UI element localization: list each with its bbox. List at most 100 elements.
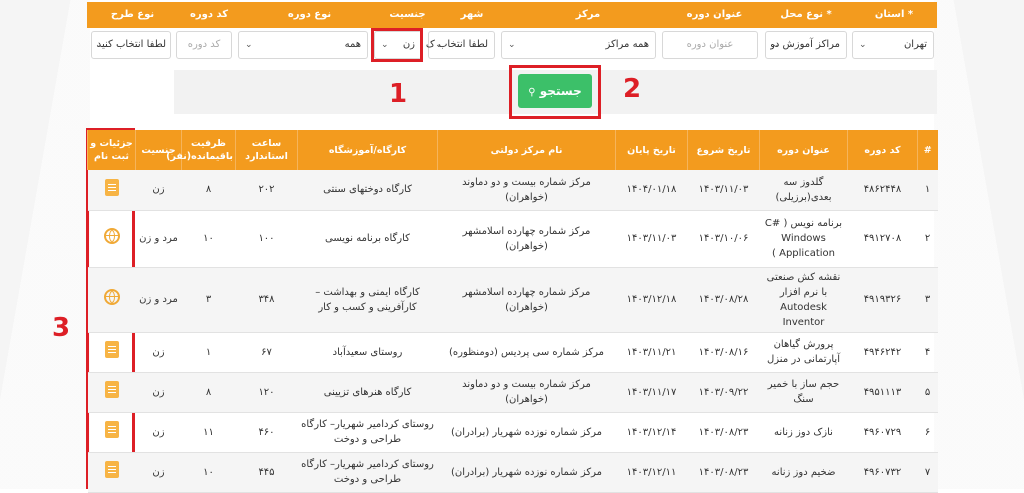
end-date: ۱۴۰۳/۱۱/۱۷ xyxy=(615,372,688,413)
chevron-down-icon: ⌄ xyxy=(95,40,103,50)
start-date: ۱۴۰۳/۰۸/۲۸ xyxy=(687,267,760,333)
course-code-placeholder: کد دوره xyxy=(187,39,221,50)
table-row: ۲ ۴۹۱۲۷۰۸ برنامه نویس ( C# Windows Applica… xyxy=(87,210,938,268)
course-title-input[interactable]: عنوان دوره xyxy=(662,31,758,59)
standard-hours: ۳۴۸ xyxy=(235,267,298,333)
highlight-box-gender xyxy=(371,28,423,62)
table-row: ۱ ۴۸۶۲۴۴۸ گلدوز سه بعدی(برزیلی) ۱۴۰۳/۱۱/۰۳ ۱… xyxy=(87,170,938,211)
column-header-number: # xyxy=(917,130,938,170)
annotation-number-1: 1 xyxy=(389,79,408,109)
filter-header: * استان * نوع محل آموزش عنوان دوره مرکز … xyxy=(87,2,937,46)
gender: زن xyxy=(135,332,182,373)
filter-label-course-type: نوع دوره xyxy=(287,9,332,20)
center-name: مرکز شماره سی پردیس (دومنظوره) xyxy=(437,332,616,373)
table-row: ۶ ۴۹۶۰۷۲۹ نازک دوز زنانه ۱۴۰۳/۰۸/۲۳ ۱۴۰۳/۱۲/… xyxy=(87,412,938,453)
start-date: ۱۴۰۳/۰۹/۲۲ xyxy=(687,372,760,413)
course-title: حجم ساز با خمیر سنگ xyxy=(759,372,848,413)
row-number: ۲ xyxy=(917,210,938,268)
results-table: # کد دوره عنوان دوره تاریخ شروع تاریخ پا… xyxy=(87,130,938,493)
location-type-select[interactable]: مراکز آموزش دو ⌄ xyxy=(765,31,847,59)
start-date: ۱۴۰۳/۱۱/۰۳ xyxy=(687,170,760,211)
location-type-value: مراکز آموزش دو xyxy=(770,39,840,50)
details-cell xyxy=(87,170,136,211)
table-row: ۷ ۴۹۶۰۷۳۲ ضخیم دوز زنانه ۱۴۰۳/۰۸/۲۳ ۱۴۰۳/۱۲/… xyxy=(87,452,938,493)
column-header-workshop: کارگاه/آموزشگاه xyxy=(297,130,438,170)
column-header-center: نام مرکز دولتی xyxy=(437,130,616,170)
standard-hours: ۱۲۰ xyxy=(235,372,298,413)
row-number: ۳ xyxy=(917,267,938,333)
gender: زن xyxy=(135,412,182,453)
column-header-title: عنوان دوره xyxy=(759,130,848,170)
start-date: ۱۴۰۳/۱۰/۰۶ xyxy=(687,210,760,268)
center-name: مرکز شماره چهارده اسلامشهر (خواهران) xyxy=(437,267,616,333)
gender: زن xyxy=(135,170,182,211)
document-icon[interactable] xyxy=(104,341,119,358)
standard-hours: ۴۶۰ xyxy=(235,412,298,453)
center-select[interactable]: همه مراکز ⌄ xyxy=(501,31,656,59)
column-header-capacity: ظرفیت باقیمانده(نفر) xyxy=(166,130,236,170)
workshop-name: کارگاه هنرهای تزیینی xyxy=(297,372,438,413)
workshop-name: روستای کردامیر شهریار– کارگاه طراحی و دو… xyxy=(297,452,438,493)
standard-hours: ۶۷ xyxy=(235,332,298,373)
chevron-down-icon: ⌄ xyxy=(508,40,516,50)
course-code: ۴۸۶۲۴۴۸ xyxy=(847,170,918,211)
remaining-capacity: ۸ xyxy=(181,372,236,413)
course-title: برنامه نویس ( C# Windows Application ) xyxy=(759,210,848,268)
course-type-select[interactable]: همه ⌄ xyxy=(238,31,368,59)
filter-label-city: شهر xyxy=(460,9,484,20)
details-cell xyxy=(87,267,136,333)
course-type-value: همه xyxy=(344,39,361,50)
filter-label-province: * استان xyxy=(874,9,914,20)
details-cell xyxy=(87,210,136,268)
course-code: ۴۹۴۶۲۴۲ xyxy=(847,332,918,373)
row-number: ۷ xyxy=(917,452,938,493)
center-value: همه مراکز xyxy=(605,39,649,50)
workshop-name: کارگاه دوختهای سنتی xyxy=(297,170,438,211)
background-decoration-right xyxy=(934,0,1024,489)
gender: زن xyxy=(135,452,182,493)
remaining-capacity: ۱ xyxy=(181,332,236,373)
details-cell xyxy=(87,412,136,453)
plan-type-select[interactable]: لطفا انتخاب کنید ⌄ xyxy=(91,31,171,59)
table-row: ۴ ۴۹۴۶۲۴۲ پرورش گیاهان آپارتمانی در منزل ۱۴… xyxy=(87,332,938,373)
end-date: ۱۴۰۳/۱۲/۱۱ xyxy=(615,452,688,493)
row-number: ۶ xyxy=(917,412,938,453)
chevron-down-icon: ⌄ xyxy=(772,40,780,50)
filter-label-course-title: عنوان دوره xyxy=(686,9,743,20)
city-select[interactable]: لطفا انتخاب ک ⌄ xyxy=(426,31,495,59)
globe-icon[interactable] xyxy=(103,228,120,244)
end-date: ۱۴۰۳/۱۱/۲۱ xyxy=(615,332,688,373)
center-name: مرکز شماره بیست و دو دماوند (خواهران) xyxy=(437,372,616,413)
column-header-code: کد دوره xyxy=(847,130,918,170)
workshop-name: کارگاه ایمنی و بهداشت – کارآفرینی و کسب … xyxy=(297,267,438,333)
row-number: ۱ xyxy=(917,170,938,211)
filter-label-gender: جنسیت xyxy=(389,9,426,20)
globe-icon[interactable] xyxy=(103,289,120,305)
province-select[interactable]: تهران ⌄ xyxy=(852,31,934,59)
document-icon[interactable] xyxy=(104,421,119,438)
start-date: ۱۴۰۳/۰۸/۲۳ xyxy=(687,412,760,453)
table-row: ۵ ۴۹۵۱۱۱۳ حجم ساز با خمیر سنگ ۱۴۰۳/۰۹/۲۲ ۱۴۰… xyxy=(87,372,938,413)
remaining-capacity: ۸ xyxy=(181,170,236,211)
center-name: مرکز شماره بیست و دو دماوند (خواهران) xyxy=(437,170,616,211)
remaining-capacity: ۱۰ xyxy=(181,210,236,268)
standard-hours: ۴۴۵ xyxy=(235,452,298,493)
filter-label-location-type: * نوع محل آموزش xyxy=(780,9,832,46)
workshop-name: روستای سعیدآباد xyxy=(297,332,438,373)
end-date: ۱۴۰۴/۰۱/۱۸ xyxy=(615,170,688,211)
chevron-down-icon: ⌄ xyxy=(859,40,867,50)
document-icon[interactable] xyxy=(104,381,119,398)
course-code: ۴۹۱۲۷۰۸ xyxy=(847,210,918,268)
course-code: ۴۹۵۱۱۱۳ xyxy=(847,372,918,413)
course-code: ۴۹۶۰۷۲۹ xyxy=(847,412,918,453)
column-header-start: تاریخ شروع xyxy=(687,130,760,170)
table-header-row: # کد دوره عنوان دوره تاریخ شروع تاریخ پا… xyxy=(87,130,938,170)
document-icon[interactable] xyxy=(104,178,119,196)
course-code-input[interactable]: کد دوره xyxy=(176,31,232,59)
details-cell xyxy=(87,452,136,493)
row-number: ۵ xyxy=(917,372,938,413)
workshop-name: روستای کردامیر شهریار– کارگاه طراحی و دو… xyxy=(297,412,438,453)
document-icon[interactable] xyxy=(104,461,119,478)
gender: مرد و زن xyxy=(135,267,182,333)
standard-hours: ۱۰۰ xyxy=(235,210,298,268)
